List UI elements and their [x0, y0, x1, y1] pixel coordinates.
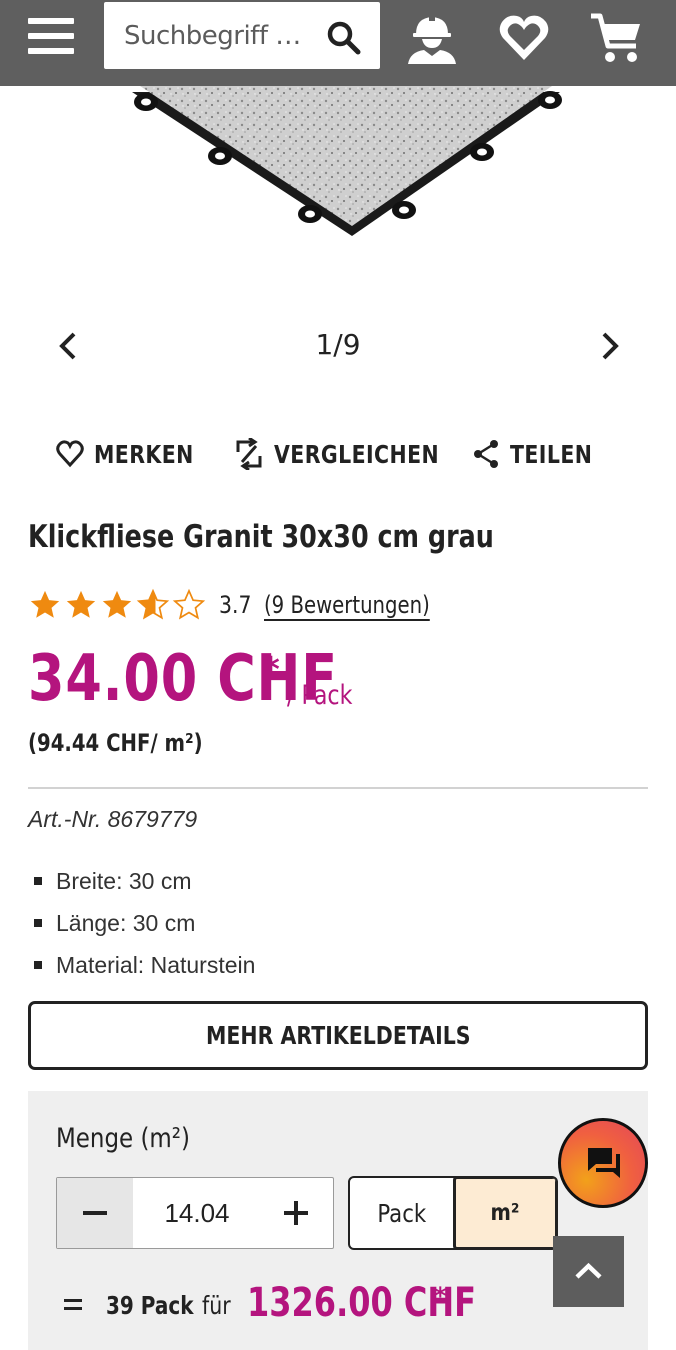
chevron-right-icon[interactable] — [592, 326, 628, 366]
rating-stars — [28, 588, 208, 622]
top-header — [0, 0, 676, 86]
cart-icon[interactable] — [588, 10, 644, 66]
quantity-input[interactable] — [133, 1178, 261, 1248]
share-label: TEILEN — [510, 439, 593, 469]
compare-icon — [236, 438, 262, 470]
unit-option-pack[interactable]: Pack — [350, 1178, 453, 1248]
plus-icon[interactable] — [259, 1178, 333, 1248]
chevron-up-icon — [575, 1262, 602, 1279]
bullet-icon — [34, 919, 42, 927]
minus-icon[interactable] — [57, 1178, 133, 1248]
article-number: Art.-Nr. 8679779 — [28, 806, 198, 832]
save-button[interactable]: MERKEN — [56, 436, 216, 472]
star-empty-icon — [172, 588, 206, 620]
heart-icon[interactable] — [496, 10, 552, 66]
bullet-icon — [34, 877, 42, 885]
spec-list: Breite: 30 cm Länge: 30 cm Material: Nat… — [34, 860, 255, 986]
spec-item: Breite: 30 cm — [34, 860, 255, 902]
unit-label: m² — [491, 1200, 520, 1226]
scroll-top-button[interactable] — [553, 1236, 624, 1307]
spec-item: Länge: 30 cm — [34, 902, 255, 944]
carousel-counter: 1/9 — [315, 328, 361, 361]
search-input[interactable] — [124, 2, 324, 69]
star-full-icon — [66, 590, 96, 618]
chat-icon — [588, 1148, 620, 1178]
price-unit: / Pack — [287, 680, 353, 711]
divider — [28, 787, 648, 789]
product-title: Klickfliese Granit 30x30 cm grau — [28, 519, 494, 555]
total-asterisk: * — [434, 1282, 447, 1310]
bullet-icon — [34, 961, 42, 969]
quantity-label: Menge (m²) — [56, 1123, 190, 1154]
compare-button[interactable]: VERGLEICHEN — [234, 436, 475, 472]
total-for-label: für — [202, 1291, 231, 1320]
spec-text: Länge: 30 cm — [56, 909, 196, 936]
spec-text: Breite: 30 cm — [56, 867, 192, 894]
search-icon[interactable] — [326, 20, 362, 56]
compare-label: VERGLEICHEN — [274, 439, 440, 469]
more-details-button[interactable]: MEHR ARTIKELDETAILS — [28, 1001, 648, 1070]
chevron-left-icon[interactable] — [50, 326, 86, 366]
spec-text: Material: Naturstein — [56, 951, 256, 978]
search-box — [104, 2, 380, 69]
star-full-icon — [102, 590, 132, 618]
base-price: (94.44 CHF/ m²) — [28, 729, 203, 757]
share-icon — [474, 440, 498, 468]
more-details-label: MEHR ARTIKELDETAILS — [205, 1021, 471, 1050]
spec-item: Material: Naturstein — [34, 944, 255, 986]
product-image[interactable] — [0, 86, 676, 286]
unit-label: Pack — [377, 1198, 426, 1228]
reviews-link[interactable]: (9 Bewertungen) — [264, 591, 430, 619]
chat-button[interactable] — [558, 1118, 648, 1208]
share-button[interactable]: TEILEN — [472, 436, 610, 472]
star-full-icon — [30, 590, 60, 618]
save-label: MERKEN — [94, 439, 194, 469]
unit-toggle: Pack m² — [348, 1176, 558, 1250]
heart-outline-icon — [56, 440, 84, 468]
price-asterisk: * — [262, 650, 280, 690]
total-quantity: 39 Pack — [106, 1291, 194, 1320]
user-helmet-icon[interactable] — [404, 10, 460, 66]
star-half-icon — [136, 588, 170, 620]
rating-value: 3.7 — [219, 591, 252, 619]
quantity-stepper — [56, 1177, 334, 1249]
unit-option-m2[interactable]: m² — [452, 1178, 556, 1248]
equals-icon — [64, 1297, 84, 1311]
menu-icon[interactable] — [28, 16, 74, 56]
